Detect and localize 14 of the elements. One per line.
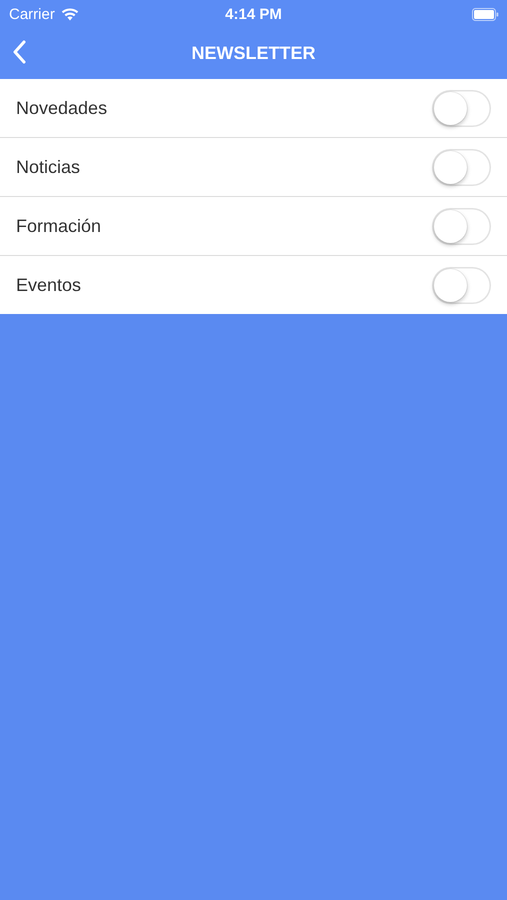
setting-label: Noticias [16, 156, 80, 178]
battery-icon [472, 8, 499, 20]
back-chevron-icon[interactable] [12, 40, 26, 64]
toggle-switch[interactable] [432, 90, 491, 126]
nav-title: NEWSLETTER [192, 43, 316, 64]
toggle-switch[interactable] [432, 266, 491, 304]
setting-label: Novedades [16, 98, 108, 118]
wifi-icon [60, 8, 79, 20]
toggle-switch[interactable] [432, 148, 491, 186]
setting-label: Formación [16, 216, 102, 236]
setting-label: Eventos [16, 274, 82, 296]
toggle-switch[interactable] [432, 208, 491, 244]
carrier-name: Carrier [9, 6, 55, 22]
status-time: 4:14 PM [225, 6, 282, 22]
